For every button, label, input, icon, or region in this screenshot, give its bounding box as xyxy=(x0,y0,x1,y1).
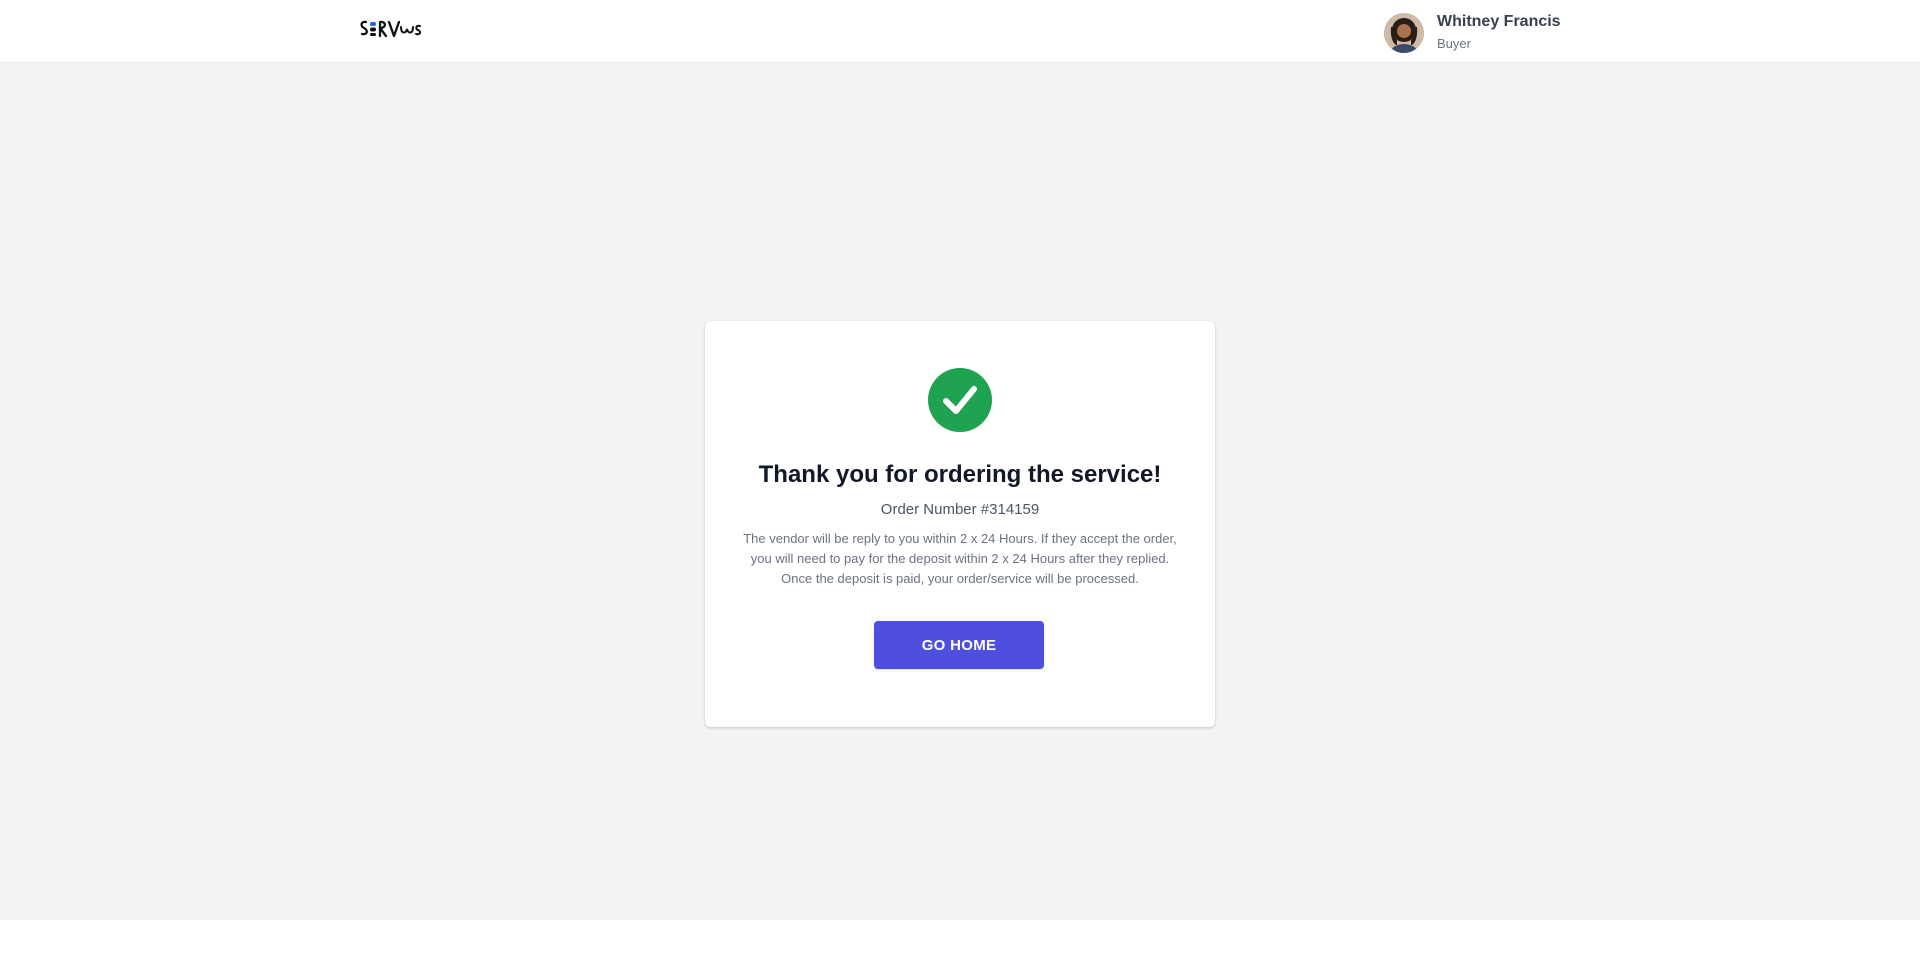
user-name: Whitney Francis xyxy=(1437,13,1561,30)
top-header: Whitney Francis Buyer xyxy=(0,0,1920,63)
order-number: Order Number #314159 xyxy=(880,501,1040,518)
go-home-button[interactable]: GO HOME xyxy=(874,621,1044,669)
servus-logo-mark xyxy=(360,20,422,38)
user-role: Buyer xyxy=(1437,36,1471,51)
avatar[interactable] xyxy=(1384,12,1424,53)
confirmation-description: The vendor will be reply to you within 2… xyxy=(743,531,1177,586)
user-profile[interactable]: Whitney Francis Buyer xyxy=(1384,12,1561,53)
user-info: Whitney Francis Buyer xyxy=(1437,12,1561,53)
confirmation-title: Thank you for ordering the service! xyxy=(758,461,1162,488)
main-content: Thank you for ordering the service! Orde… xyxy=(0,63,1920,920)
check-circle-icon xyxy=(928,368,992,432)
servus-logo[interactable] xyxy=(358,17,428,43)
order-confirmation-card: Thank you for ordering the service! Orde… xyxy=(705,321,1215,727)
